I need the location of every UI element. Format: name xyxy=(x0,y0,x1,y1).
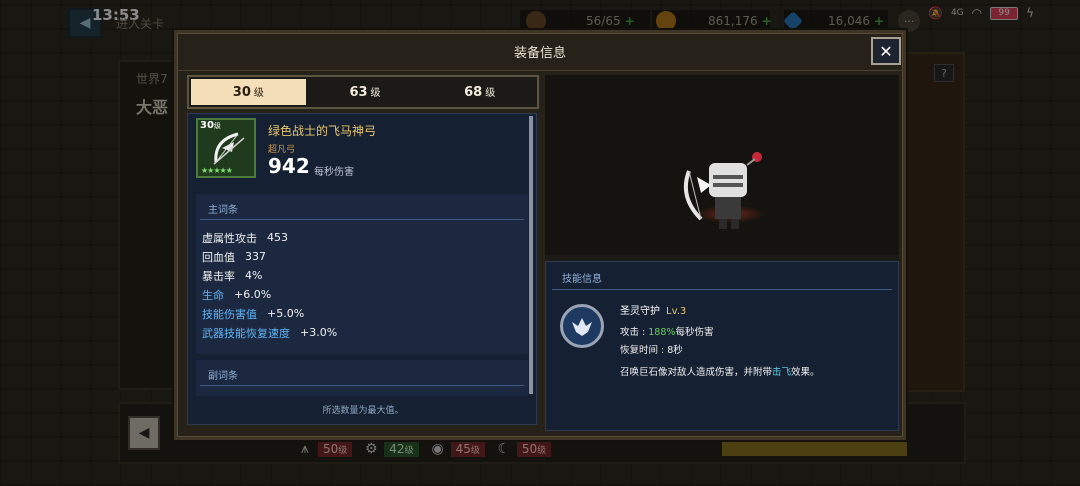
main-stats-header: 主词条 xyxy=(200,194,524,220)
modal-header: 装备信息 xyxy=(177,33,903,71)
stat-row: 技能伤害值 +5.0% xyxy=(202,307,305,321)
item-stars: ★★★★★ xyxy=(201,166,233,175)
close-button[interactable]: ✕ xyxy=(871,37,901,65)
scrollbar-thumb[interactable] xyxy=(529,116,533,394)
sub-stats-section: 副词条 xyxy=(196,360,528,396)
item-icon-box: 30级 ★★★★★ xyxy=(196,118,256,178)
tab-unit: 级 xyxy=(485,88,496,99)
tab-level-68[interactable]: 68 级 xyxy=(422,77,537,107)
item-name: 绿色战士的飞马神弓 xyxy=(268,124,377,138)
skill-name-row: 圣灵守护 Lv.3 xyxy=(620,302,686,317)
tab-unit: 级 xyxy=(370,88,381,99)
skill-attack-line: 攻击 : 188%每秒伤害 xyxy=(620,327,714,338)
main-stats-list: 虚属性攻击 453 回血值 337 暴击率 4% 生命 +6.0% 技能伤害值 +5.0%… xyxy=(196,220,528,342)
scrollbar[interactable] xyxy=(529,116,533,394)
main-stats-section: 主词条 虚属性攻击 453 回血值 337 暴击率 4% 生命 +6.0% 技能伤害值 +… xyxy=(196,194,528,354)
tab-unit: 级 xyxy=(253,88,264,99)
equipment-detail-panel[interactable]: 30级 ★★★★★ 绿色战士的飞马神弓 超凡弓 942 每秒伤害 主词条 虚属性… xyxy=(187,113,537,425)
modal-title: 装备信息 xyxy=(513,46,566,61)
skill-info-header: 技能信息 xyxy=(552,262,892,290)
item-dps-value: 942 xyxy=(268,154,310,178)
stat-row: 生命 +6.0% xyxy=(202,288,272,302)
skill-info-panel: 技能信息 圣灵守护 Lv.3 攻击 : 188%每秒伤害 恢复时间 : 8秒 召唤… xyxy=(545,261,899,431)
preview-panel: 技能信息 圣灵守护 Lv.3 攻击 : 188%每秒伤害 恢复时间 : 8秒 召唤… xyxy=(545,75,899,431)
skill-name: 圣灵守护 xyxy=(620,306,660,317)
stat-row: 武器技能恢复速度 +3.0% xyxy=(202,326,338,340)
tab-level-30[interactable]: 30 级 xyxy=(191,79,306,105)
skill-description: 召唤巨石像对敌人造成伤害，并附带击飞效果。 xyxy=(620,367,820,378)
knight-character-icon xyxy=(684,152,762,229)
skill-level: Lv.3 xyxy=(666,306,687,317)
skill-cooldown-line: 恢复时间 : 8秒 xyxy=(620,345,683,356)
item-dps-label: 每秒伤害 xyxy=(314,167,354,178)
tab-level-63[interactable]: 63 级 xyxy=(308,77,423,107)
stat-row: 虚属性攻击 453 xyxy=(202,231,288,245)
bow-icon xyxy=(213,132,245,165)
tab-level: 30 xyxy=(232,85,251,100)
character-preview xyxy=(545,75,899,255)
level-tabs: 30 级 63 级 68 级 xyxy=(187,75,539,109)
tab-level: 63 xyxy=(349,85,368,100)
tab-level: 68 xyxy=(464,85,483,100)
stat-row: 暴击率 4% xyxy=(202,269,263,283)
footer-note: 所选数量为最大值。 xyxy=(322,406,404,416)
winged-emblem-icon xyxy=(572,318,592,336)
equipment-info-modal: 装备信息 ✕ 30 级 63 级 68 级 30级 ★★★★★ 绿色战士的飞马神… xyxy=(174,30,906,440)
stat-row: 回血值 337 xyxy=(202,250,266,264)
skill-icon xyxy=(560,304,604,348)
sub-stats-header: 副词条 xyxy=(200,360,524,386)
